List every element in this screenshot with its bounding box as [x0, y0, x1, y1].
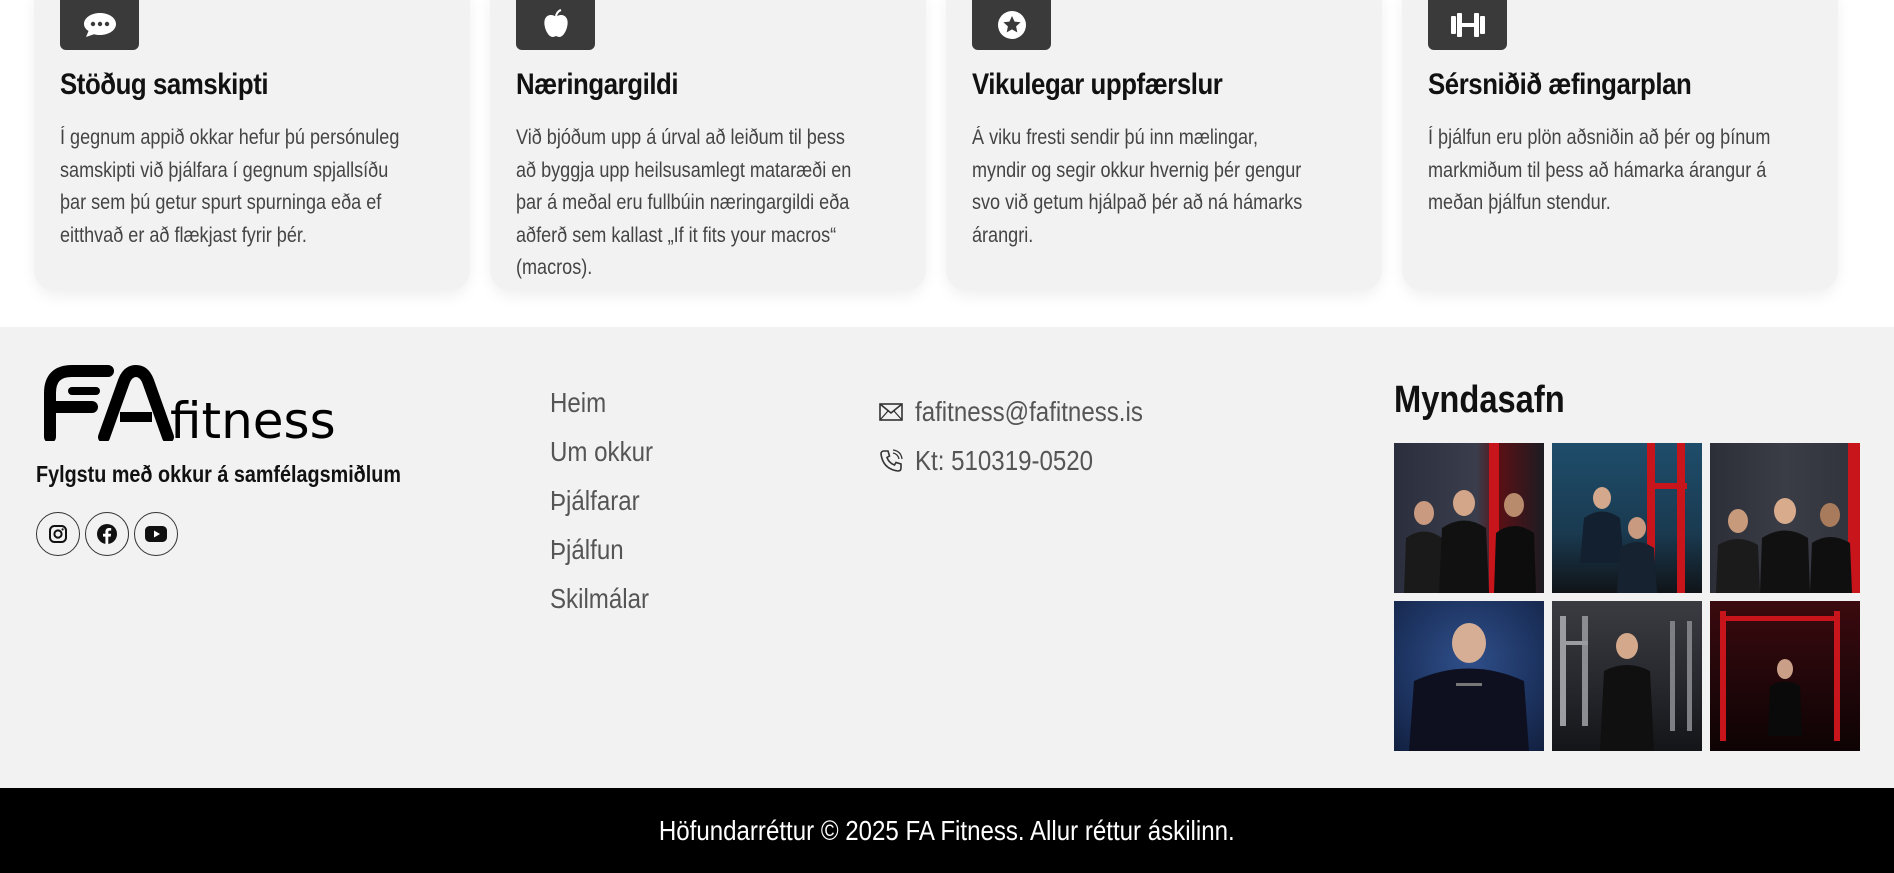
star-badge-icon — [972, 0, 1051, 50]
feature-text: Í gegnum appið okkar hefur þú persónuleg… — [60, 126, 400, 247]
chat-bubble-icon — [60, 0, 139, 50]
gallery-photo[interactable] — [1394, 601, 1544, 751]
footer-nav: Heim Um okkur Þjálfarar Þjálfun Skilmála… — [550, 387, 670, 632]
envelope-icon — [879, 402, 915, 421]
email-row[interactable]: fafitness@fafitness.is — [879, 387, 1180, 436]
instagram-button[interactable] — [36, 512, 80, 556]
facebook-icon — [97, 524, 117, 544]
feature-text: Við bjóðum upp á úrval að leiðum til þes… — [516, 126, 852, 279]
feature-title: Stöðug samskipti — [60, 68, 269, 101]
feature-card-training-plan: Sérsniðið æfingarplan Í þjálfun eru plön… — [1402, 0, 1838, 291]
features-section: Stöðug samskipti Í gegnum appið okkar he… — [0, 0, 1894, 327]
gallery-photo[interactable] — [1710, 601, 1860, 751]
instagram-icon — [49, 525, 67, 543]
nav-link-terms[interactable]: Skilmálar — [550, 583, 653, 632]
contact-info: fafitness@fafitness.is Kt: 510319-0520 — [879, 387, 1180, 485]
apple-icon — [516, 0, 595, 50]
gallery-photo[interactable] — [1552, 601, 1702, 751]
nav-link-home[interactable]: Heim — [550, 387, 653, 436]
copyright-text: Höfundarréttur © 2025 FA Fitness. Allur … — [659, 814, 1235, 846]
kt-number: Kt: 510319-0520 — [915, 444, 1094, 476]
nav-link-training[interactable]: Þjálfun — [550, 534, 653, 583]
facebook-button[interactable] — [85, 512, 129, 556]
gallery-photo[interactable] — [1710, 443, 1860, 593]
nav-link-about[interactable]: Um okkur — [550, 436, 653, 485]
feature-title: Vikulegar uppfærslur — [972, 68, 1223, 101]
feature-text: Á viku fresti sendir þú inn mælingar, my… — [972, 126, 1303, 247]
email-link[interactable]: fafitness@fafitness.is — [915, 396, 1143, 428]
follow-us-text: Fylgstu með okkur á samfélagsmiðlum — [36, 461, 401, 487]
gallery-title: Myndasafn — [1394, 379, 1565, 421]
feature-card-weekly-updates: Vikulegar uppfærslur Á viku fresti sendi… — [946, 0, 1382, 291]
dumbbell-icon — [1428, 0, 1507, 50]
feature-text: Í þjálfun eru plön aðsniðin að þér og þí… — [1428, 126, 1771, 214]
gallery-photo[interactable] — [1552, 443, 1702, 593]
feature-card-communication: Stöðug samskipti Í gegnum appið okkar he… — [34, 0, 470, 291]
nav-link-trainers[interactable]: Þjálfarar — [550, 485, 653, 534]
feature-title: Sérsniðið æfingarplan — [1428, 68, 1692, 101]
site-footer: fitness Fylgstu með okkur á samfélagsmið… — [0, 327, 1894, 788]
feature-title: Næringargildi — [516, 68, 679, 101]
feature-card-nutrition: Næringargildi Við bjóðum upp á úrval að … — [490, 0, 926, 291]
photo-gallery — [1394, 443, 1860, 751]
fa-fitness-logo[interactable]: fitness — [36, 363, 336, 441]
kt-row: Kt: 510319-0520 — [879, 436, 1180, 485]
phone-icon — [879, 448, 915, 473]
copyright-bar: Höfundarréttur © 2025 FA Fitness. Allur … — [0, 788, 1894, 873]
youtube-icon — [145, 526, 167, 542]
social-links — [36, 512, 178, 556]
youtube-button[interactable] — [134, 512, 178, 556]
gallery-photo[interactable] — [1394, 443, 1544, 593]
logo-text: fitness — [170, 392, 336, 441]
